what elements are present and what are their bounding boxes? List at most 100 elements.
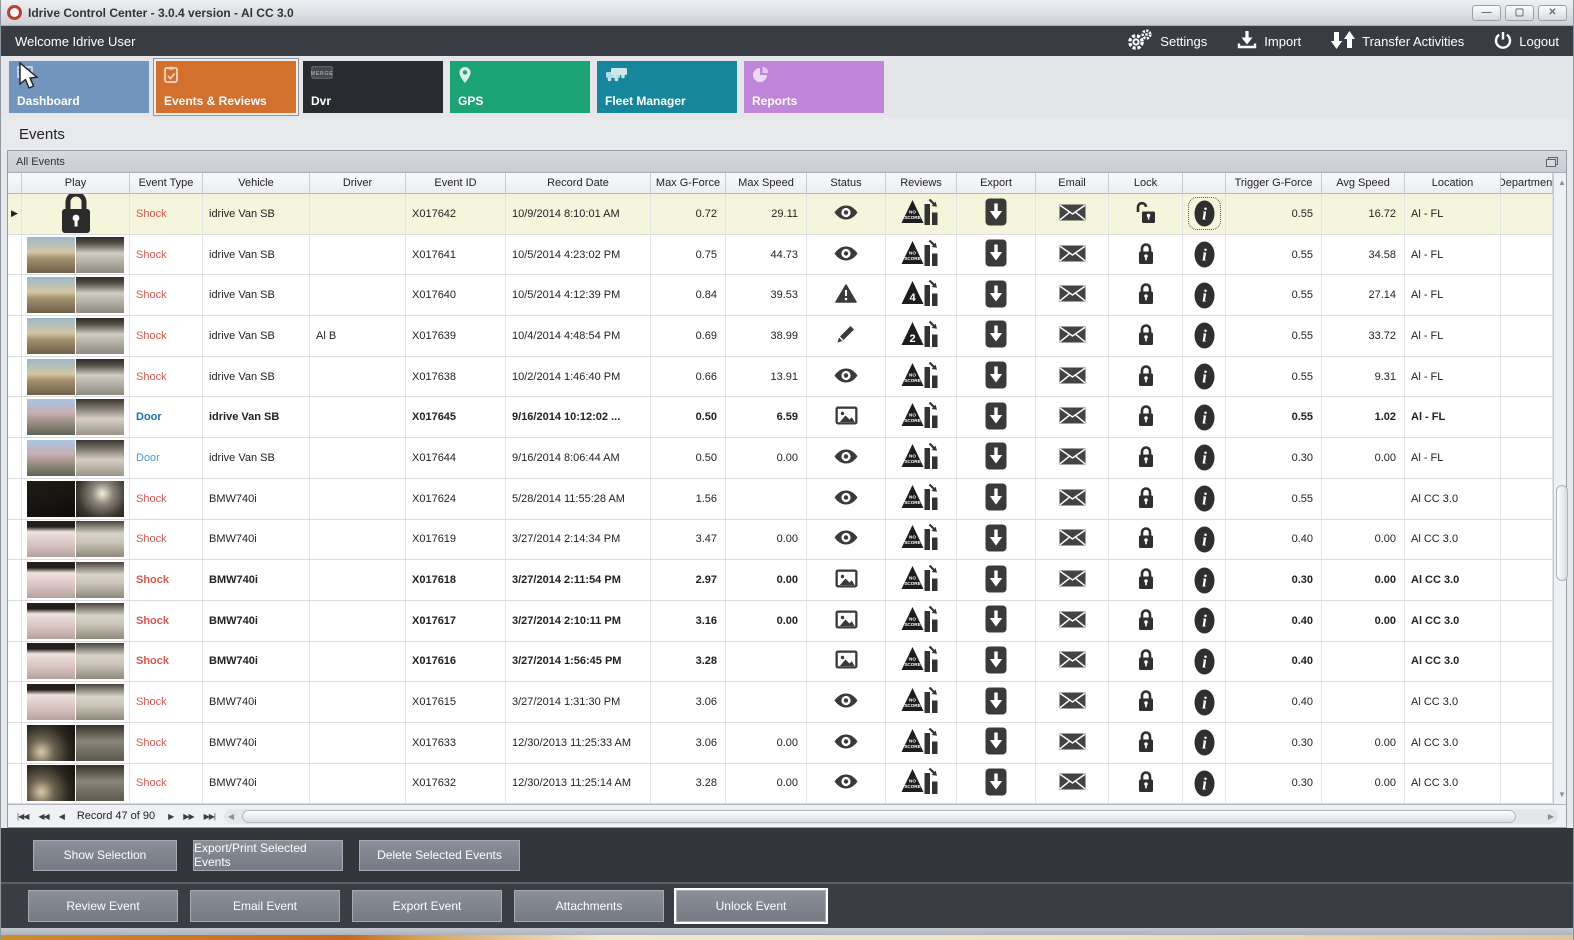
info-cell[interactable]: i xyxy=(1183,397,1226,438)
column-header-driver[interactable]: Driver xyxy=(310,173,406,193)
event-thumbnail[interactable] xyxy=(27,439,124,476)
email-cell[interactable] xyxy=(1036,560,1109,600)
event-thumbnail[interactable] xyxy=(27,643,124,680)
export-cell[interactable] xyxy=(957,316,1036,356)
play-cell[interactable] xyxy=(22,438,130,478)
export-cell[interactable] xyxy=(957,478,1036,519)
review-score-icon[interactable]: 4 xyxy=(901,278,941,312)
event-thumbnail[interactable] xyxy=(27,521,124,558)
scroll-up-icon[interactable]: ▲ xyxy=(1554,175,1570,190)
info-icon[interactable]: i xyxy=(1188,238,1221,271)
play-cell[interactable] xyxy=(22,722,130,763)
table-row[interactable]: Shock idrive Van SB X017641 10/5/2014 4:23:… xyxy=(8,234,1553,276)
reviews-cell[interactable]: NO SCORE xyxy=(886,722,957,763)
lock-closed-icon[interactable] xyxy=(1137,445,1155,471)
nav-tile-dvr[interactable]: MERGE Dvr xyxy=(303,61,443,113)
review-event-button[interactable]: Review Event xyxy=(28,890,178,922)
review-score-icon[interactable]: NO SCORE xyxy=(901,563,941,597)
email-icon[interactable] xyxy=(1059,489,1086,509)
lock-cell[interactable] xyxy=(1109,560,1183,600)
email-cell[interactable] xyxy=(1036,397,1109,438)
email-cell[interactable] xyxy=(1036,316,1109,356)
info-cell[interactable]: i xyxy=(1183,275,1226,316)
info-icon[interactable]: i xyxy=(1187,197,1221,231)
play-cell[interactable] xyxy=(22,763,130,804)
email-icon[interactable] xyxy=(1059,651,1086,671)
row-selector[interactable] xyxy=(8,560,22,600)
event-thumbnail[interactable] xyxy=(27,724,124,761)
email-cell[interactable] xyxy=(1036,641,1109,682)
row-selector[interactable]: ▶ xyxy=(8,194,22,234)
lock-open-icon[interactable] xyxy=(1135,201,1157,227)
event-thumbnail[interactable] xyxy=(27,236,124,273)
horizontal-scroll-thumb[interactable] xyxy=(242,809,1516,823)
row-selector[interactable] xyxy=(8,682,22,722)
previous-page-button[interactable]: ◀◀ xyxy=(33,812,53,821)
export-icon[interactable] xyxy=(985,280,1007,311)
unlock-event-button[interactable]: Unlock Event xyxy=(676,890,826,922)
export-cell[interactable] xyxy=(957,763,1036,804)
play-cell[interactable] xyxy=(22,560,130,600)
export-cell[interactable] xyxy=(957,682,1036,722)
reviews-cell[interactable]: 2 xyxy=(886,316,957,356)
export-cell[interactable] xyxy=(957,397,1036,438)
review-score-icon[interactable]: NO SCORE xyxy=(901,441,941,475)
column-header-status[interactable]: Status xyxy=(807,173,886,193)
export-icon[interactable] xyxy=(985,565,1007,596)
lock-closed-icon[interactable] xyxy=(1137,242,1155,268)
email-cell[interactable] xyxy=(1036,356,1109,397)
email-icon[interactable] xyxy=(1059,285,1086,305)
review-score-icon[interactable]: NO SCORE xyxy=(901,726,941,760)
play-cell[interactable] xyxy=(22,600,130,641)
info-cell[interactable]: i xyxy=(1183,519,1226,560)
email-icon[interactable] xyxy=(1059,326,1086,346)
reviews-cell[interactable]: 4 xyxy=(886,275,957,316)
info-icon[interactable]: i xyxy=(1188,360,1221,393)
vertical-scroll-thumb[interactable] xyxy=(1556,485,1568,581)
export-icon[interactable] xyxy=(985,361,1007,392)
table-row[interactable]: Shock idrive Van SB Al B X017639 10/4/2014 4… xyxy=(8,316,1553,357)
review-score-icon[interactable]: NO SCORE xyxy=(901,400,941,434)
show-selection-button[interactable]: Show Selection xyxy=(33,839,177,871)
info-icon[interactable]: i xyxy=(1188,726,1221,759)
info-icon[interactable]: i xyxy=(1188,523,1221,556)
column-header-export[interactable]: Export xyxy=(957,173,1036,193)
email-icon[interactable] xyxy=(1059,773,1086,793)
info-cell[interactable]: i xyxy=(1183,194,1226,234)
export-icon[interactable] xyxy=(985,198,1007,229)
column-header-blank-0[interactable] xyxy=(8,173,22,193)
row-selector[interactable] xyxy=(8,234,22,275)
vertical-scrollbar[interactable]: ▲ ▼ xyxy=(1553,173,1568,804)
nav-tile-gps[interactable]: GPS xyxy=(450,61,590,113)
horizontal-scrollbar[interactable]: ◀ ▶ xyxy=(224,808,1558,824)
restore-panel-icon[interactable] xyxy=(1546,156,1558,167)
export-icon[interactable] xyxy=(985,524,1007,555)
reviews-cell[interactable]: NO SCORE xyxy=(886,560,957,600)
info-cell[interactable]: i xyxy=(1183,682,1226,722)
row-selector[interactable] xyxy=(8,600,22,641)
scroll-left-icon[interactable]: ◀ xyxy=(224,812,238,821)
info-cell[interactable]: i xyxy=(1183,316,1226,356)
event-thumbnail[interactable] xyxy=(27,684,124,721)
info-icon[interactable]: i xyxy=(1188,564,1221,597)
email-cell[interactable] xyxy=(1036,600,1109,641)
previous-record-button[interactable]: ◀ xyxy=(54,812,69,821)
play-cell[interactable] xyxy=(22,519,130,560)
review-score-icon[interactable]: NO SCORE xyxy=(901,197,941,231)
event-thumbnail[interactable] xyxy=(27,480,124,517)
row-selector[interactable] xyxy=(8,478,22,519)
reviews-cell[interactable]: NO SCORE xyxy=(886,478,957,519)
column-header-vehicle[interactable]: Vehicle xyxy=(203,173,310,193)
event-thumbnail[interactable] xyxy=(27,602,124,639)
scroll-right-icon[interactable]: ▶ xyxy=(1544,812,1558,821)
lock-cell[interactable] xyxy=(1109,316,1183,356)
table-row[interactable]: Shock BMW740i X017615 3/27/2014 1:31:30 PM 3… xyxy=(8,682,1553,723)
info-cell[interactable]: i xyxy=(1183,438,1226,478)
lock-closed-icon[interactable] xyxy=(1137,648,1155,674)
email-cell[interactable] xyxy=(1036,722,1109,763)
row-selector[interactable] xyxy=(8,275,22,316)
play-cell[interactable] xyxy=(22,641,130,682)
info-cell[interactable]: i xyxy=(1183,600,1226,641)
event-thumbnail[interactable] xyxy=(27,277,124,314)
column-header-trigger-g-force[interactable]: Trigger G-Force xyxy=(1226,173,1322,193)
